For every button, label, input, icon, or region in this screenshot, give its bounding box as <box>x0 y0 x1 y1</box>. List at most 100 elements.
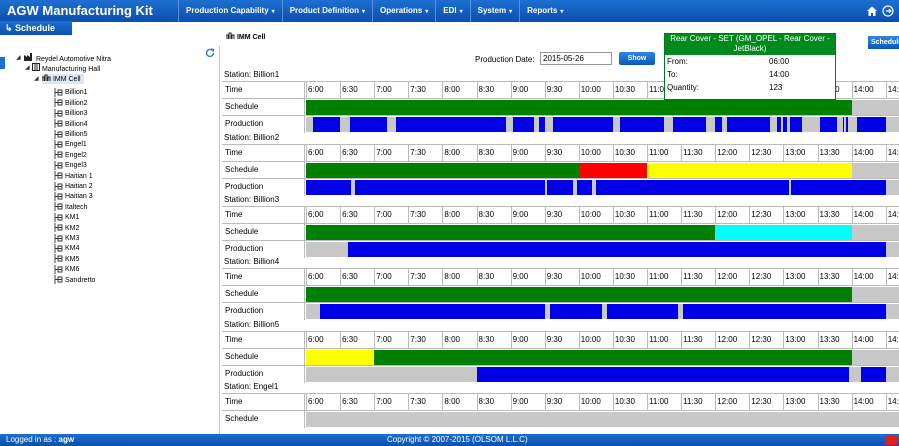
tree-node-station[interactable]: Billion2 <box>54 98 88 108</box>
menu-product-definition[interactable]: Product Definition ▾ <box>281 0 372 22</box>
menu-system[interactable]: System ▾ <box>469 0 519 22</box>
station-label: Station: Billion3 <box>224 195 280 204</box>
production-segment[interactable] <box>715 117 722 132</box>
menu-operations[interactable]: Operations ▾ <box>372 0 435 22</box>
production-segment[interactable] <box>546 180 574 195</box>
production-segment[interactable] <box>673 117 707 132</box>
schedule-track <box>306 163 899 178</box>
time-tick: 10:30 <box>612 207 647 224</box>
menu-reports[interactable]: Reports ▾ <box>519 0 570 22</box>
production-segment[interactable] <box>791 180 852 195</box>
tab-schedule[interactable]: ↳ Schedule <box>0 21 72 35</box>
production-segment[interactable] <box>350 117 387 132</box>
production-segment[interactable] <box>395 117 507 132</box>
time-tick: 12:00 <box>715 394 749 411</box>
tree-node-station[interactable]: KM3 <box>54 233 79 243</box>
schedule-segment[interactable] <box>306 350 375 365</box>
production-segment[interactable] <box>354 180 545 195</box>
schedule-segment[interactable] <box>306 163 579 178</box>
production-segment[interactable] <box>319 304 545 319</box>
machine-icon <box>54 181 63 191</box>
schedule-segment[interactable] <box>306 100 852 115</box>
production-segment[interactable] <box>683 304 852 319</box>
schedule-track <box>306 225 899 240</box>
production-segment[interactable] <box>851 304 886 319</box>
time-tick: 14: <box>885 145 899 162</box>
tree-node-station[interactable]: Engel2 <box>54 150 87 160</box>
production-segment[interactable] <box>790 117 802 132</box>
production-segment[interactable] <box>576 180 593 195</box>
home-icon[interactable] <box>866 5 878 17</box>
schedule-segment[interactable] <box>715 225 852 240</box>
schedule-segment[interactable] <box>578 163 647 178</box>
time-tick: 13:30 <box>817 394 852 411</box>
production-segment[interactable] <box>776 117 782 132</box>
schedule-row: Schedule <box>222 98 899 116</box>
tree-node-station[interactable]: Engel1 <box>54 140 87 149</box>
tree-node-station[interactable]: Engel3 <box>54 160 87 170</box>
collapse-toggle-icon[interactable]: ◢ <box>25 64 30 71</box>
tree-node-station[interactable]: KM2 <box>54 223 79 233</box>
time-tick: 9:00 <box>510 394 545 411</box>
production-segment[interactable] <box>857 117 886 132</box>
production-segment[interactable] <box>845 117 849 132</box>
production-segment[interactable] <box>306 180 352 195</box>
production-segment[interactable] <box>607 304 678 319</box>
menu-production-capability[interactable]: Production Capability ▾ <box>178 0 282 22</box>
production-segment[interactable] <box>819 117 837 132</box>
tree-node-station[interactable]: Billion3 <box>54 108 88 118</box>
show-button[interactable]: Show <box>619 52 655 65</box>
row-label: Time <box>222 145 305 162</box>
logout-icon[interactable] <box>882 5 894 17</box>
production-segment[interactable] <box>851 242 886 257</box>
production-segment[interactable] <box>476 367 850 382</box>
tree-node-hall[interactable]: Manufacturing Hall <box>32 63 100 74</box>
tree-node-station[interactable]: Billion5 <box>54 129 88 139</box>
chevron-down-icon: ▾ <box>459 9 463 15</box>
tree-node-station[interactable]: Italtech <box>54 202 88 212</box>
production-segment[interactable] <box>552 117 613 132</box>
tree-node-station[interactable]: Sandretto <box>54 275 95 285</box>
collapse-toggle-icon[interactable]: ◢ <box>16 54 21 61</box>
production-segment[interactable] <box>783 117 787 132</box>
production-segment[interactable] <box>842 117 844 132</box>
schedule-button[interactable]: Schedule <box>868 36 899 49</box>
tree-node-cell[interactable]: IMM Cell <box>41 74 84 84</box>
tree-node-station[interactable]: KM1 <box>54 212 79 222</box>
schedule-segment[interactable] <box>374 350 852 365</box>
production-segment[interactable] <box>860 367 886 382</box>
time-tick: 12:30 <box>749 332 783 349</box>
production-segment[interactable] <box>539 117 545 132</box>
station-label: Station: Billion2 <box>224 133 280 142</box>
tree-node-station[interactable]: KM4 <box>54 244 79 253</box>
production-row: Production <box>222 178 899 196</box>
production-segment[interactable] <box>312 117 341 132</box>
tree-node-station[interactable]: Haitian 3 <box>54 192 93 201</box>
time-tick: 9:00 <box>510 332 545 349</box>
time-tick: 14: <box>885 332 899 349</box>
tree-node-station[interactable]: KM5 <box>54 254 79 264</box>
production-segment[interactable] <box>619 117 665 132</box>
tree-node-station[interactable]: Billion4 <box>54 119 88 129</box>
time-tick: 8:00 <box>442 269 476 286</box>
production-segment[interactable] <box>550 304 602 319</box>
production-date-input[interactable]: 2015-05-26 <box>540 52 612 65</box>
tree-node-station[interactable]: Billion1 <box>54 88 88 97</box>
production-segment[interactable] <box>348 242 852 257</box>
collapse-toggle-icon[interactable]: ◢ <box>34 75 39 82</box>
production-segment[interactable] <box>595 180 790 195</box>
production-segment[interactable] <box>512 117 535 132</box>
schedule-segment[interactable] <box>306 287 852 302</box>
production-segment[interactable] <box>851 180 886 195</box>
time-tick: 7:00 <box>374 82 408 99</box>
production-segment[interactable] <box>726 117 770 132</box>
tree-node-station[interactable]: Haitian 1 <box>54 171 93 181</box>
time-tick: 10:00 <box>578 207 613 224</box>
schedule-segment[interactable] <box>306 225 716 240</box>
machine-icon <box>54 233 63 243</box>
tree-node-station[interactable]: Haitian 2 <box>54 181 93 191</box>
schedule-segment[interactable] <box>647 163 852 178</box>
menu-edi[interactable]: EDI ▾ <box>435 0 469 22</box>
machine-icon <box>54 264 63 274</box>
tree-node-station[interactable]: KM6 <box>54 264 79 274</box>
